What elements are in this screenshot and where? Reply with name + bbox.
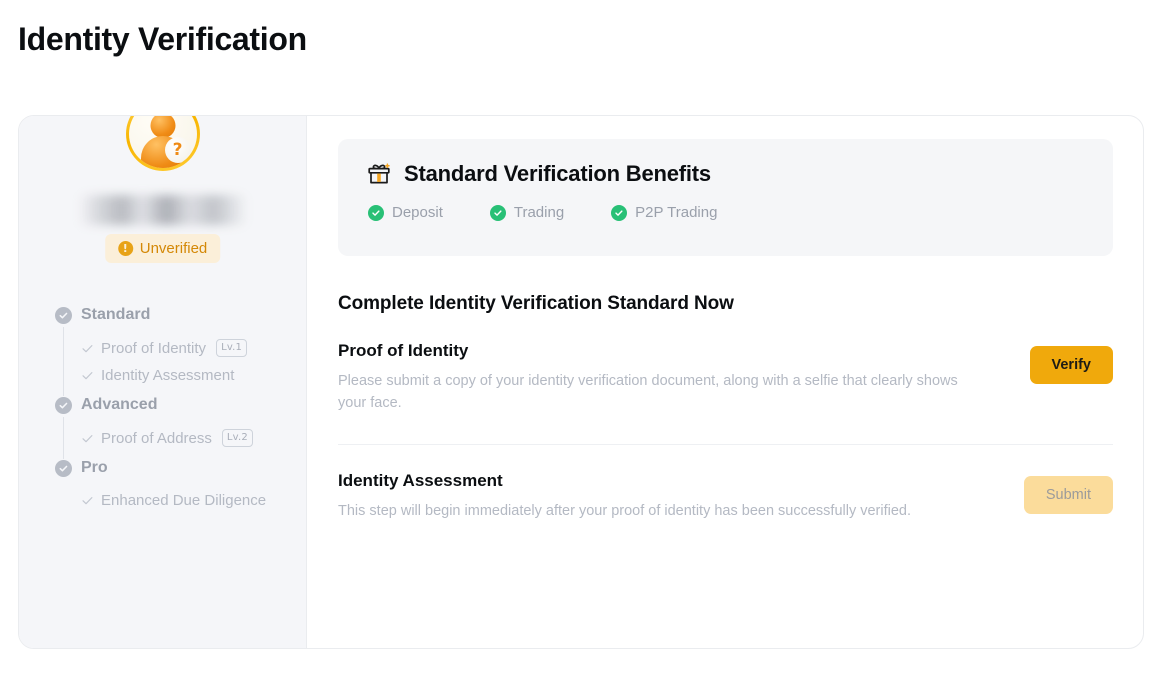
submit-button[interactable]: Submit: [1024, 476, 1113, 514]
avatar-head-shape: [150, 115, 175, 138]
benefit-label: Deposit: [392, 204, 443, 221]
verify-button[interactable]: Verify: [1030, 346, 1114, 384]
sidebar-substep-label: Enhanced Due Diligence: [101, 492, 266, 509]
verification-content: Standard Verification Benefits Deposit: [307, 116, 1143, 648]
page-title: Identity Verification: [18, 19, 307, 59]
benefit-label: Trading: [514, 204, 564, 221]
sidebar-substeps-standard: Proof of Identity Lv.1 Identity Assessme…: [63, 327, 290, 396]
sidebar-tier-label: Pro: [81, 459, 108, 477]
step-text-block: Identity Assessment This step will begin…: [338, 471, 958, 522]
sidebar-item-proof-of-identity[interactable]: Proof of Identity Lv.1: [80, 334, 290, 362]
benefit-item-trading: Trading: [490, 204, 564, 221]
step-description: This step will begin immediately after y…: [338, 500, 958, 522]
sidebar-tier-label: Standard: [81, 306, 150, 324]
benefit-item-p2p-trading: P2P Trading: [611, 204, 717, 221]
sidebar-item-identity-assessment[interactable]: Identity Assessment: [80, 362, 290, 389]
check-icon: [80, 431, 94, 445]
verification-sidebar: ? ! Unverified Standard: [19, 116, 307, 648]
benefit-label: P2P Trading: [635, 204, 717, 221]
sidebar-substeps-pro: Enhanced Due Diligence: [63, 480, 290, 521]
step-title: Proof of Identity: [338, 341, 958, 361]
sidebar-tier-advanced[interactable]: Advanced: [55, 396, 290, 414]
level-badge: Lv.2: [222, 429, 253, 447]
level-badge: Lv.1: [216, 339, 247, 357]
avatar: ?: [126, 115, 200, 171]
section-divider: [338, 444, 1113, 445]
verification-card: ? ! Unverified Standard: [18, 115, 1144, 649]
sidebar-tier-standard[interactable]: Standard: [55, 306, 290, 324]
identity-verification-page: Identity Verification ? ! Unverified: [0, 0, 1160, 685]
exclamation-circle-icon: !: [118, 241, 133, 256]
status-badge-label: Unverified: [140, 240, 208, 257]
step-title: Identity Assessment: [338, 471, 958, 491]
sidebar-substep-label: Proof of Identity: [101, 340, 206, 357]
user-question-avatar-icon: ?: [129, 115, 197, 168]
benefits-title: Standard Verification Benefits: [404, 161, 711, 187]
sidebar-tier-pro[interactable]: Pro: [55, 459, 290, 477]
step-identity-assessment: Identity Assessment This step will begin…: [338, 471, 1113, 522]
benefits-items: Deposit Trading: [366, 204, 1085, 221]
sidebar-substeps-advanced: Proof of Address Lv.2: [63, 417, 290, 459]
sidebar-item-enhanced-due-diligence[interactable]: Enhanced Due Diligence: [80, 487, 290, 514]
question-mark-icon: ?: [165, 137, 191, 163]
check-circle-icon: [55, 307, 72, 324]
check-circle-icon: [55, 397, 72, 414]
check-icon: [80, 494, 94, 508]
check-circle-icon: [55, 460, 72, 477]
step-text-block: Proof of Identity Please submit a copy o…: [338, 341, 958, 414]
benefits-header: Standard Verification Benefits: [366, 161, 1085, 187]
benefits-panel: Standard Verification Benefits Deposit: [338, 139, 1113, 256]
status-badge: ! Unverified: [105, 234, 221, 263]
check-circle-icon: [490, 205, 506, 221]
verification-steps-list: Standard Proof of Identity Lv.1: [55, 306, 290, 521]
sidebar-substep-label: Proof of Address: [101, 430, 212, 447]
step-proof-of-identity: Proof of Identity Please submit a copy o…: [338, 341, 1113, 414]
sidebar-item-proof-of-address[interactable]: Proof of Address Lv.2: [80, 424, 290, 452]
check-icon: [80, 369, 94, 383]
username-redacted: [78, 195, 248, 225]
check-circle-icon: [611, 205, 627, 221]
sidebar-substep-label: Identity Assessment: [101, 367, 234, 384]
check-circle-icon: [368, 205, 384, 221]
step-description: Please submit a copy of your identity ve…: [338, 370, 958, 414]
benefit-item-deposit: Deposit: [368, 204, 443, 221]
avatar-ring: ?: [126, 115, 200, 171]
gift-icon: [366, 161, 392, 187]
check-icon: [80, 341, 94, 355]
sidebar-tier-label: Advanced: [81, 396, 157, 414]
section-heading: Complete Identity Verification Standard …: [338, 293, 1113, 315]
